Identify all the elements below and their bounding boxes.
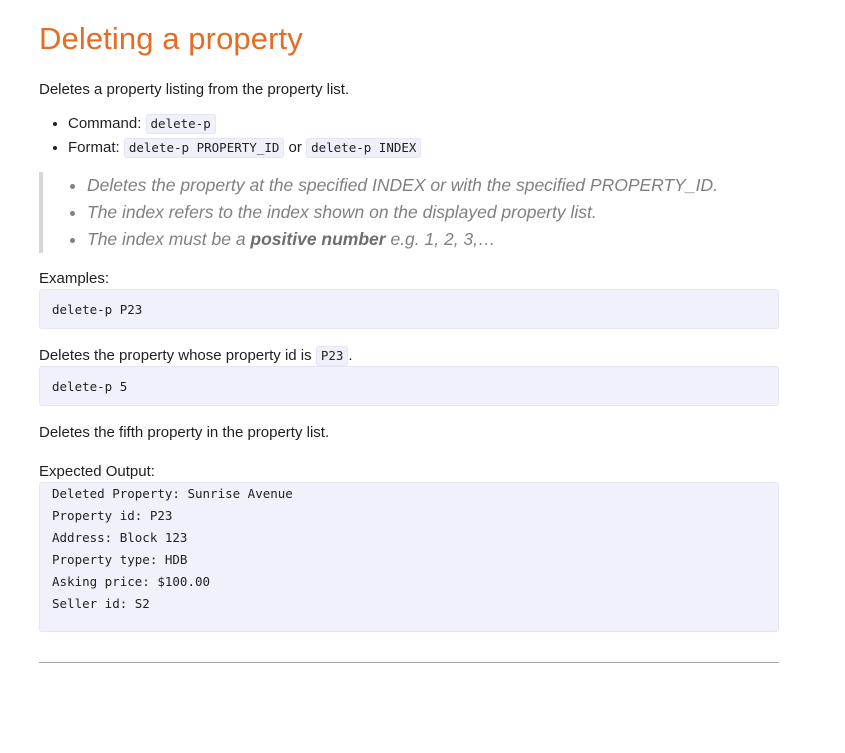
doc-section: Deleting a property Deletes a property l…	[39, 0, 779, 663]
note-item: The index refers to the index shown on t…	[87, 199, 779, 226]
output-line: Seller id: S2	[52, 596, 150, 611]
note-text: e.g. 1, 2, 3,…	[385, 229, 496, 249]
expected-output-heading: Expected Output:	[39, 463, 155, 480]
note-emphasis: positive number	[250, 229, 386, 249]
notes-list: Deletes the property at the specified IN…	[43, 172, 779, 253]
example-description: Deletes the property whose property id i…	[39, 346, 779, 366]
command-list: Command: delete-p Format: delete-p PROPE…	[39, 112, 779, 160]
section-heading: Deleting a property	[39, 21, 303, 56]
example-description: Deletes the fifth property in the proper…	[39, 424, 330, 441]
example-code-block: delete-p P23	[39, 289, 779, 329]
format-item: Format: delete-p PROPERTY_ID or delete-p…	[68, 136, 779, 160]
example-desc-suffix: .	[348, 347, 353, 364]
example-desc-code: P23	[315, 346, 349, 366]
example-code: delete-p P23	[52, 302, 143, 317]
notes-blockquote: Deletes the property at the specified IN…	[39, 172, 779, 253]
example-code: delete-p 5	[52, 379, 128, 394]
format-code-id: delete-p PROPERTY_ID	[123, 138, 285, 158]
section-divider	[39, 662, 779, 663]
output-line: Asking price: $100.00	[52, 574, 211, 589]
example-code-block: delete-p 5	[39, 366, 779, 406]
output-line: Address: Block 123	[52, 530, 188, 545]
output-line: Property type: HDB	[52, 552, 188, 567]
command-label: Command:	[68, 115, 142, 132]
output-line: Property id: P23	[52, 508, 173, 523]
note-text: The index must be a	[87, 229, 251, 249]
section-description: Deletes a property listing from the prop…	[39, 81, 350, 98]
note-item: The index must be a positive number e.g.…	[87, 226, 779, 253]
format-label: Format:	[68, 139, 120, 156]
example-desc-text: Deletes the property whose property id i…	[39, 347, 316, 364]
command-item: Command: delete-p	[68, 112, 779, 136]
expected-output-block: Deleted Property: Sunrise Avenue Property…	[39, 482, 779, 632]
format-code-index: delete-p INDEX	[306, 138, 422, 158]
format-connector: or	[288, 139, 302, 156]
note-item: Deletes the property at the specified IN…	[87, 172, 779, 199]
examples-heading: Examples:	[39, 270, 110, 287]
output-line: Deleted Property: Sunrise Avenue	[52, 486, 293, 501]
command-code: delete-p	[145, 114, 216, 134]
